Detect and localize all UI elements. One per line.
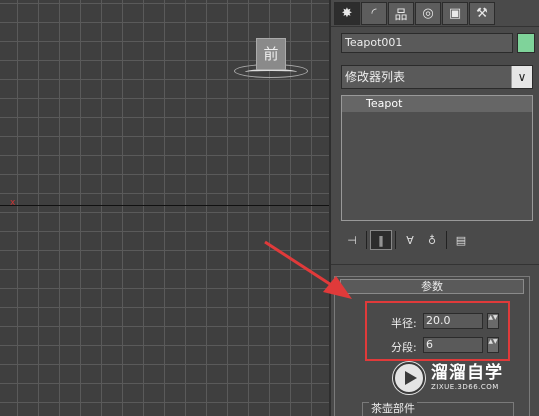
stack-item-teapot[interactable]: Teapot: [342, 96, 532, 112]
teapot-parts-label: 茶壶部件: [369, 400, 417, 416]
motion-tab-icon[interactable]: ◎: [415, 2, 441, 25]
object-color-swatch[interactable]: [517, 33, 535, 53]
watermark-title: 溜溜自学: [431, 363, 503, 383]
display-tab-icon[interactable]: ▣: [442, 2, 468, 25]
command-panel-tabs: ✸ ◜ 品 ◎ ▣ ⚒: [334, 2, 495, 26]
modify-tab-icon[interactable]: ◜: [361, 2, 387, 25]
axis-marker: x: [10, 198, 16, 208]
watermark: 溜溜自学 ZIXUE.3D66.COM: [392, 356, 510, 400]
utilities-tab-icon[interactable]: ⚒: [469, 2, 495, 25]
watermark-url: ZIXUE.3D66.COM: [431, 383, 499, 391]
toolbar-separator: [395, 231, 396, 249]
modifier-stack[interactable]: Teapot: [341, 95, 533, 221]
viewport-front[interactable]: x 前: [0, 0, 329, 416]
pin-stack-icon[interactable]: ⊣: [341, 230, 363, 250]
tabs-divider: [331, 26, 539, 27]
remove-modifier-icon[interactable]: ♁: [421, 230, 443, 250]
stack-toolbar: ⊣ ‖ ∀ ♁ ▤: [341, 230, 472, 250]
show-end-result-icon[interactable]: ‖: [370, 230, 392, 250]
toolbar-separator: [446, 231, 447, 249]
toolbar-separator: [366, 231, 367, 249]
horizontal-axis-line: [0, 205, 329, 206]
chevron-down-icon[interactable]: ∨: [511, 66, 532, 88]
annotation-highlight-box: [365, 301, 510, 361]
create-tab-icon[interactable]: ✸: [334, 2, 360, 25]
make-unique-icon[interactable]: ∀: [399, 230, 421, 250]
modifier-list-dropdown[interactable]: 修改器列表 ∨: [341, 65, 533, 89]
hierarchy-tab-icon[interactable]: 品: [388, 2, 414, 25]
object-name-input[interactable]: Teapot001: [341, 33, 513, 53]
panel-divider: [331, 264, 539, 265]
parameters-rollout-header[interactable]: 参数: [340, 279, 524, 294]
viewcube[interactable]: 前: [256, 38, 286, 70]
watermark-play-icon: [392, 361, 426, 395]
configure-modifier-sets-icon[interactable]: ▤: [450, 230, 472, 250]
modifier-list-label: 修改器列表: [345, 70, 406, 84]
